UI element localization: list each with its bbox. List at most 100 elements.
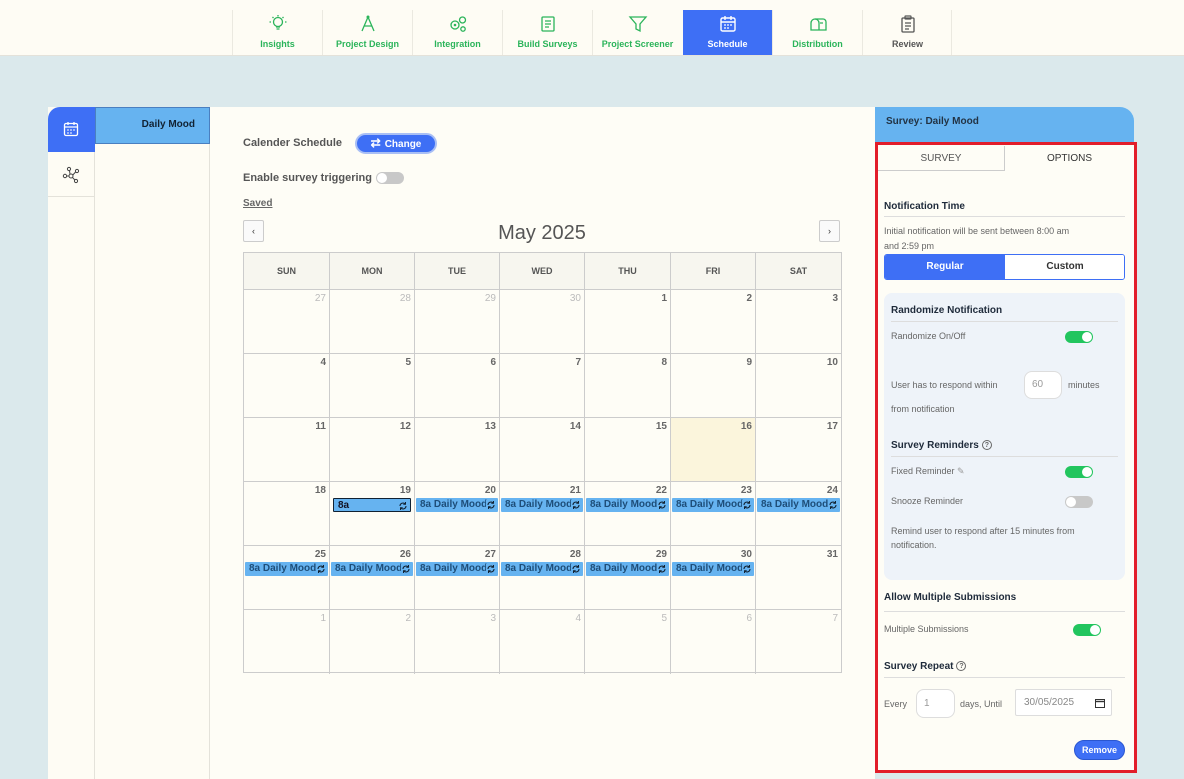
calendar-event[interactable]: 8a Daily Mood (416, 562, 498, 576)
snooze-reminder-label: Snooze Reminder (891, 496, 964, 506)
snooze-reminder-toggle[interactable] (1065, 496, 1093, 508)
calendar-day-cell[interactable]: 28 8a Daily Mood (500, 546, 585, 610)
day-number: 30 (569, 293, 581, 304)
calendar-day-cell[interactable]: 19 8a (330, 482, 415, 546)
calendar-event[interactable]: 8a Daily Mood (501, 498, 583, 512)
calendar-day-cell[interactable]: 18 (244, 482, 330, 546)
remind-text-2: notification. (891, 540, 937, 550)
regular-button[interactable]: Regular (885, 255, 1005, 279)
calendar-day-cell[interactable]: 1 (244, 610, 330, 674)
calendar-event[interactable]: 8a Daily Mood (757, 498, 840, 512)
repeat-every-input[interactable]: 1 (916, 689, 955, 718)
nav-schedule[interactable]: Schedule (683, 10, 772, 55)
day-number: 6 (490, 357, 496, 368)
edit-icon[interactable]: ✎ (957, 466, 965, 476)
calendar-event[interactable]: 8a Daily Mood (416, 498, 498, 512)
event-label: 8a Daily Mood (676, 563, 744, 574)
tab-survey[interactable]: SURVEY (878, 146, 1004, 171)
calendar-day-cell[interactable]: 5 (330, 354, 415, 418)
calendar-event[interactable]: 8a Daily Mood (501, 562, 583, 576)
survey-list-item[interactable]: Daily Mood (95, 107, 210, 144)
nav-label: Integration (434, 39, 481, 49)
calendar-icon[interactable] (1095, 698, 1105, 708)
calendar-day-cell[interactable]: 28 (330, 290, 415, 354)
nav-project-design[interactable]: Project Design (322, 10, 412, 55)
calendar-day-cell[interactable]: 12 (330, 418, 415, 482)
calendar-day-cell[interactable]: 7 (500, 354, 585, 418)
calendar-event[interactable]: 8a (333, 498, 411, 512)
calendar-day-cell[interactable]: 2 (330, 610, 415, 674)
calendar-day-cell[interactable]: 17 (756, 418, 841, 482)
calendar-day-cell[interactable]: 8 (585, 354, 671, 418)
divider (884, 611, 1125, 612)
calendar-day-cell[interactable]: 30 8a Daily Mood (671, 546, 756, 610)
calendar-day-cell[interactable]: 2 (671, 290, 756, 354)
custom-button[interactable]: Custom (1005, 255, 1124, 279)
until-date-input[interactable]: 30/05/2025 (1015, 689, 1112, 716)
multi-toggle[interactable] (1073, 624, 1101, 636)
nav-insights[interactable]: Insights (232, 10, 322, 55)
calendar-event[interactable]: 8a Daily Mood (672, 562, 754, 576)
calendar-day-cell[interactable]: 15 (585, 418, 671, 482)
calendar-day-cell[interactable]: 3 (415, 610, 500, 674)
weekday-header: SUN (244, 253, 330, 290)
calendar-event[interactable]: 8a Daily Mood (586, 562, 669, 576)
calendar-day-cell[interactable]: 29 8a Daily Mood (585, 546, 671, 610)
calendar-day-cell[interactable]: 13 (415, 418, 500, 482)
day-number: 27 (314, 293, 326, 304)
calendar-day-cell[interactable]: 25 8a Daily Mood (244, 546, 330, 610)
saved-link[interactable]: Saved (243, 198, 272, 209)
day-number: 8 (661, 357, 667, 368)
calendar-event[interactable]: 8a Daily Mood (672, 498, 754, 512)
notification-time-text-1: Initial notification will be sent betwee… (884, 226, 1070, 236)
rail-calendar-button[interactable] (48, 107, 95, 152)
calendar-day-cell[interactable]: 6 (671, 610, 756, 674)
fixed-reminder-toggle[interactable] (1065, 466, 1093, 478)
calendar-day-cell[interactable]: 16 (671, 418, 756, 482)
divider (884, 216, 1125, 217)
calendar-day-cell[interactable]: 31 (756, 546, 841, 610)
help-icon[interactable]: ? (956, 661, 967, 671)
calendar-day-cell[interactable]: 30 (500, 290, 585, 354)
change-button[interactable]: ⇄ Change (355, 133, 437, 154)
help-icon[interactable]: ? (981, 440, 992, 450)
nav-integration[interactable]: Integration (412, 10, 502, 55)
nav-project-screener[interactable]: Project Screener (592, 10, 682, 55)
nav-distribution[interactable]: Distribution (772, 10, 862, 55)
calendar-day-cell[interactable]: 11 (244, 418, 330, 482)
day-number: 30 (740, 549, 752, 560)
repeat-title-text: Survey Repeat (884, 661, 954, 672)
triggering-toggle[interactable] (376, 172, 404, 184)
calendar-event[interactable]: 8a Daily Mood (586, 498, 669, 512)
calendar-day-cell[interactable]: 26 8a Daily Mood (330, 546, 415, 610)
nav-review[interactable]: Review (862, 10, 952, 55)
randomize-toggle[interactable] (1065, 331, 1093, 343)
calendar-day-cell[interactable]: 23 8a Daily Mood (671, 482, 756, 546)
calendar-day-cell[interactable]: 27 (244, 290, 330, 354)
calendar-day-cell[interactable]: 14 (500, 418, 585, 482)
nav-build-surveys[interactable]: Build Surveys (502, 10, 592, 55)
calendar-day-cell[interactable]: 5 (585, 610, 671, 674)
calendar-day-cell[interactable]: 9 (671, 354, 756, 418)
calendar-day-cell[interactable]: 29 (415, 290, 500, 354)
tab-options[interactable]: OPTIONS (1004, 146, 1134, 171)
calendar-day-cell[interactable]: 21 8a Daily Mood (500, 482, 585, 546)
calendar-event[interactable]: 8a Daily Mood (245, 562, 328, 576)
calendar-day-cell[interactable]: 20 8a Daily Mood (415, 482, 500, 546)
calendar-day-cell[interactable]: 4 (500, 610, 585, 674)
calendar-day-cell[interactable]: 1 (585, 290, 671, 354)
calendar-day-cell[interactable]: 24 8a Daily Mood (756, 482, 841, 546)
day-number: 16 (740, 421, 752, 432)
remove-button[interactable]: Remove (1074, 740, 1125, 760)
day-number: 2 (405, 613, 411, 624)
calendar-day-cell[interactable]: 4 (244, 354, 330, 418)
calendar-day-cell[interactable]: 22 8a Daily Mood (585, 482, 671, 546)
calendar-event[interactable]: 8a Daily Mood (331, 562, 413, 576)
calendar-day-cell[interactable]: 3 (756, 290, 841, 354)
calendar-day-cell[interactable]: 27 8a Daily Mood (415, 546, 500, 610)
rail-network-button[interactable] (48, 152, 95, 197)
calendar-day-cell[interactable]: 7 (756, 610, 841, 674)
calendar-day-cell[interactable]: 10 (756, 354, 841, 418)
respond-minutes-input[interactable]: 60 (1024, 371, 1062, 399)
calendar-day-cell[interactable]: 6 (415, 354, 500, 418)
